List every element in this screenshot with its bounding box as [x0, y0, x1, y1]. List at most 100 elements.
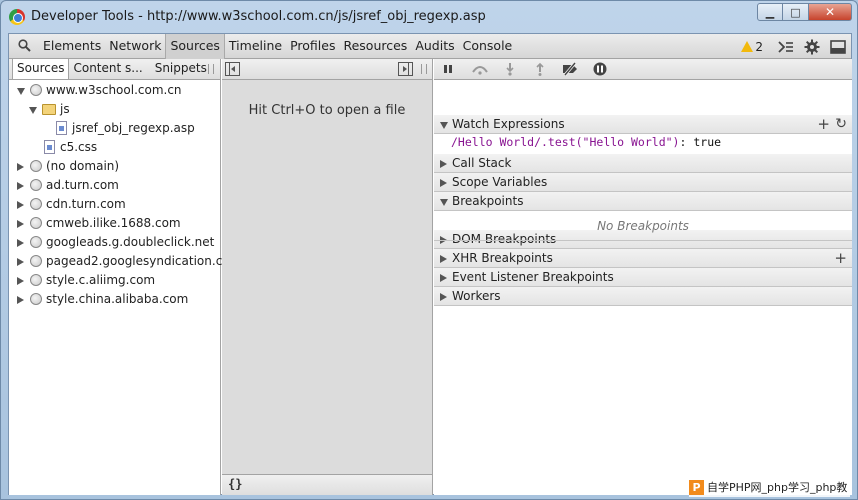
toolbar-right: 2 [741, 34, 849, 59]
tab-network[interactable]: Network [105, 34, 165, 59]
tree-item-label: style.c.aliimg.com [46, 273, 156, 287]
minimize-button[interactable]: ▁ [757, 3, 783, 21]
pane-breakpoints[interactable]: Breakpoints [434, 192, 852, 211]
navigator-tab-sources[interactable]: Sources [12, 59, 70, 79]
collapsed-triangle-icon [440, 160, 447, 168]
collapsed-triangle-icon[interactable] [17, 277, 24, 285]
pane-title: Event Listener Breakpoints [452, 270, 614, 284]
expanded-triangle-icon[interactable] [29, 107, 37, 114]
tab-timeline[interactable]: Timeline [225, 34, 286, 59]
pane-watch-expressions[interactable]: Watch Expressions + ↻ [434, 115, 852, 134]
navigator-tab-snippets[interactable]: Snippets [151, 59, 211, 79]
search-icon[interactable] [18, 39, 31, 52]
pane-call-stack[interactable]: Call Stack [434, 154, 852, 173]
tab-profiles[interactable]: Profiles [286, 34, 339, 59]
tree-item[interactable]: style.c.aliimg.com [9, 271, 220, 290]
step-out-icon[interactable] [530, 61, 550, 77]
tree-item[interactable]: c5.css [9, 138, 220, 157]
pane-xhr-breakpoints[interactable]: XHR Breakpoints + [434, 249, 852, 268]
show-console-icon[interactable] [775, 36, 797, 58]
tab-elements[interactable]: Elements [39, 34, 105, 59]
watermark-text: 自学PHP网_php学习_php教 [707, 481, 848, 494]
collapsed-triangle-icon[interactable] [17, 201, 24, 209]
warning-counter[interactable]: 2 [741, 40, 763, 54]
add-xhr-breakpoint-icon[interactable]: + [834, 249, 847, 267]
folder-icon [42, 104, 56, 115]
tree-item-label: cdn.turn.com [46, 197, 126, 211]
tree-item-label: c5.css [60, 140, 98, 154]
tab-console[interactable]: Console [459, 34, 517, 59]
step-into-icon[interactable] [500, 61, 520, 77]
tree-item[interactable]: ad.turn.com [9, 176, 220, 195]
debugger-sidebar: Watch Expressions + ↻ Call Stack Scope Varia… [434, 59, 852, 495]
watermark-logo: P [689, 479, 704, 495]
tree-item[interactable]: style.china.alibaba.com [9, 290, 220, 309]
tree-item[interactable]: (no domain) [9, 157, 220, 176]
editor-resize-grip-icon[interactable] [421, 64, 427, 74]
collapsed-triangle-icon[interactable] [17, 163, 24, 171]
expanded-triangle-icon [440, 122, 448, 129]
gear-icon[interactable] [801, 36, 823, 58]
pane-scope-variables[interactable]: Scope Variables [434, 173, 852, 192]
pause-on-exceptions-icon[interactable] [590, 61, 610, 77]
tree-item[interactable]: www.w3school.com.cn [9, 81, 220, 100]
pane-title: Breakpoints [452, 194, 524, 208]
dock-icon[interactable] [827, 36, 849, 58]
tree-item-label: pagead2.googlesyndication.com [46, 254, 242, 268]
close-button[interactable]: ✕ [809, 3, 852, 21]
collapsed-triangle-icon[interactable] [17, 296, 24, 304]
warning-icon [741, 41, 754, 52]
pause-icon[interactable] [438, 61, 458, 77]
watermark: P 自学PHP网_php学习_php教 [689, 477, 851, 497]
pane-workers[interactable]: Workers [434, 287, 852, 306]
tab-sources[interactable]: Sources [165, 34, 225, 59]
pretty-print-button[interactable]: {} [228, 477, 242, 491]
pane-event-listener-breakpoints[interactable]: Event Listener Breakpoints [434, 268, 852, 287]
maximize-button[interactable]: □ [783, 3, 809, 21]
toggle-debugger-icon[interactable] [398, 62, 413, 76]
tree-item[interactable]: pagead2.googlesyndication.com [9, 252, 241, 271]
open-file-hint: Hit Ctrl+O to open a file [248, 103, 406, 118]
collapsed-triangle-icon[interactable] [17, 182, 24, 190]
tree-item[interactable]: js [9, 100, 220, 119]
globe-icon [30, 179, 42, 191]
tree-item-label: www.w3school.com.cn [46, 83, 182, 97]
navigator-resize-grip-icon[interactable] [208, 64, 214, 74]
collapsed-triangle-icon[interactable] [17, 258, 24, 266]
refresh-watch-icon[interactable]: ↻ [835, 115, 847, 133]
tab-audits[interactable]: Audits [411, 34, 458, 59]
collapsed-triangle-icon[interactable] [17, 239, 24, 247]
panel-tabs: Elements Network Sources Timeline Profiles Re… [39, 34, 516, 59]
tree-item-label: jsref_obj_regexp.asp [72, 121, 195, 135]
main-toolbar: Elements Network Sources Timeline Profiles Re… [9, 34, 851, 59]
navigator-tabs: Sources Content s... Snippets [9, 59, 220, 80]
step-over-icon[interactable] [470, 61, 490, 77]
tree-item[interactable]: googleads.g.doubleclick.net [9, 233, 220, 252]
expanded-triangle-icon [440, 199, 448, 206]
file-icon [56, 121, 67, 135]
expanded-triangle-icon[interactable] [17, 88, 25, 95]
globe-icon [30, 160, 42, 172]
devtools-window: Developer Tools - http://www.w3school.co… [0, 0, 858, 500]
pane-title: Watch Expressions [452, 117, 565, 131]
watch-expression-row[interactable]: /Hello World/.test("Hello World"): true [451, 135, 721, 149]
editor-footer: {} [222, 474, 432, 495]
toggle-navigator-icon[interactable] [225, 62, 240, 76]
tree-item-label: style.china.alibaba.com [46, 292, 189, 306]
add-watch-icon[interactable]: + [817, 115, 830, 133]
tree-item[interactable]: jsref_obj_regexp.asp [9, 119, 220, 138]
navigator-tab-content-s[interactable]: Content s... [69, 59, 146, 79]
tree-item[interactable]: cmweb.ilike.1688.com [9, 214, 220, 233]
pane-title: Scope Variables [452, 175, 548, 189]
title-bar[interactable]: Developer Tools - http://www.w3school.co… [1, 1, 857, 33]
tree-item[interactable]: cdn.turn.com [9, 195, 220, 214]
pane-title: XHR Breakpoints [452, 251, 553, 265]
globe-icon [30, 217, 42, 229]
deactivate-breakpoints-icon[interactable] [560, 61, 580, 77]
tree-item-label: (no domain) [46, 159, 120, 173]
tab-resources[interactable]: Resources [339, 34, 411, 59]
watch-value: true [693, 135, 722, 149]
source-tree: www.w3school.com.cn js jsref_obj_regexp.as… [9, 81, 241, 309]
collapsed-triangle-icon[interactable] [17, 220, 24, 228]
chrome-icon [9, 9, 25, 25]
